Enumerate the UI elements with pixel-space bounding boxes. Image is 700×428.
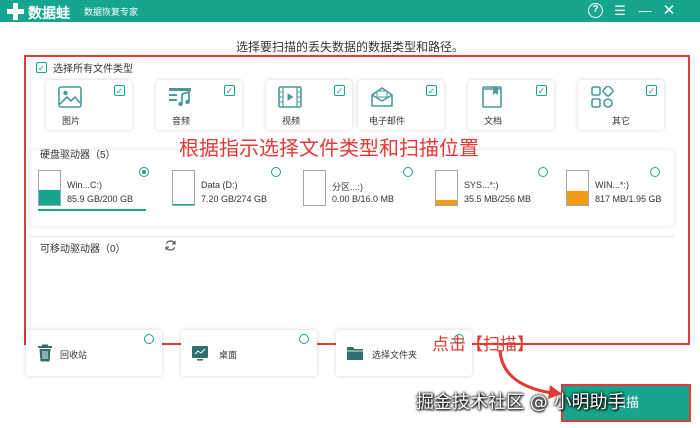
video-icon <box>278 86 302 108</box>
file-type-label: 文档 <box>483 116 502 126</box>
drive-item[interactable]: 分区...:) 0.00 B/16.0 MB <box>303 170 413 210</box>
location-label: 桌面 <box>219 350 238 360</box>
drive-size: 817 MB/1.95 GB <box>595 194 662 204</box>
select-all-label: 选择所有文件类型 <box>53 64 133 75</box>
file-type-label: 视频 <box>281 116 300 126</box>
location-radio[interactable] <box>144 334 154 344</box>
app-name: 数据蛙 <box>28 6 70 22</box>
file-type-card-image[interactable]: 图片 <box>46 80 132 130</box>
drive-radio[interactable] <box>271 167 281 177</box>
location-label: 选择文件夹 <box>372 350 418 360</box>
drive-item[interactable]: WIN...*:) 817 MB/1.95 GB <box>566 170 676 210</box>
drive-selected-indicator <box>38 209 146 211</box>
drive-item[interactable]: Data (D:) 7.20 GB/274 GB <box>172 170 282 210</box>
watermark: 掘金技术社区 @ 小明助手 <box>416 392 626 413</box>
file-type-checkbox[interactable] <box>114 85 125 96</box>
drive-radio[interactable] <box>139 167 149 177</box>
file-type-card-video[interactable]: 视频 <box>266 80 352 130</box>
file-type-checkbox[interactable] <box>224 85 235 96</box>
file-type-label: 音频 <box>171 116 190 126</box>
drive-size: 0.00 B/16.0 MB <box>332 194 395 204</box>
removable-drive-section-title: 可移动驱动器（0） <box>40 244 126 255</box>
hard-drive-section-title: 硬盘驱动器（5） <box>40 150 116 161</box>
mail-icon <box>371 87 393 107</box>
file-type-card-email[interactable]: 电子邮件 <box>358 80 444 130</box>
other-icon <box>591 86 614 108</box>
drive-icon <box>172 170 195 206</box>
annotation-instruction: 根据指示选择文件类型和扫描位置 <box>179 136 479 160</box>
drive-icon <box>303 170 326 206</box>
drive-icon <box>566 170 589 206</box>
file-type-card-other[interactable]: 其它 <box>578 80 664 130</box>
file-type-label: 电子邮件 <box>368 116 405 126</box>
file-type-card-document[interactable]: 文档 <box>468 80 554 130</box>
close-button[interactable]: ✕ <box>660 2 678 20</box>
file-type-card-audio[interactable]: 音频 <box>156 80 242 130</box>
file-type-label: 其它 <box>611 116 630 126</box>
drive-radio[interactable] <box>650 167 660 177</box>
menu-icon[interactable]: ☰ <box>611 2 629 20</box>
location-recycle-bin[interactable]: 回收站 <box>26 330 162 376</box>
document-icon <box>482 86 502 108</box>
page-heading: 选择要扫描的丢失数据的数据类型和路径。 <box>235 40 464 54</box>
drive-size: 7.20 GB/274 GB <box>201 194 268 204</box>
drive-radio[interactable] <box>403 167 413 177</box>
drive-name: 分区...:) <box>332 182 363 192</box>
drive-item[interactable]: Win...C:) 85.9 GB/200 GB <box>38 170 148 210</box>
file-type-checkbox[interactable] <box>646 85 657 96</box>
app-logo-icon <box>7 3 24 20</box>
drive-icon <box>38 170 61 206</box>
file-type-checkbox[interactable] <box>426 85 437 96</box>
refresh-icon[interactable] <box>164 239 177 252</box>
select-all-checkbox[interactable] <box>36 62 47 73</box>
select-all-row[interactable]: 选择所有文件类型 <box>36 60 133 75</box>
minimize-button[interactable]: — <box>636 2 654 20</box>
file-type-checkbox[interactable] <box>536 85 547 96</box>
removable-drive-panel <box>30 236 674 316</box>
image-icon <box>58 86 82 108</box>
location-label: 回收站 <box>60 350 88 360</box>
location-desktop[interactable]: 桌面 <box>181 330 317 376</box>
drive-name: SYS...*:) <box>464 180 499 190</box>
title-bar: 数据蛙 数据恢复专家 ? ☰ — ✕ <box>0 0 700 22</box>
folder-icon <box>347 347 363 360</box>
drive-radio[interactable] <box>538 167 548 177</box>
drive-size: 35.5 MB/256 MB <box>464 194 532 204</box>
file-type-label: 图片 <box>61 116 80 126</box>
drive-size: 85.9 GB/200 GB <box>67 194 134 204</box>
app-subtitle: 数据恢复专家 <box>84 7 139 17</box>
location-radio[interactable] <box>299 334 309 344</box>
drive-item[interactable]: SYS...*:) 35.5 MB/256 MB <box>435 170 545 210</box>
file-type-checkbox[interactable] <box>334 85 345 96</box>
music-icon <box>169 88 191 107</box>
desktop-icon <box>192 346 208 361</box>
help-icon[interactable]: ? <box>588 3 603 18</box>
drive-name: Win...C:) <box>67 180 102 190</box>
drive-icon <box>435 170 458 206</box>
drive-name: Data (D:) <box>201 180 238 190</box>
drive-name: WIN...*:) <box>595 180 629 190</box>
trash-icon <box>38 344 52 362</box>
